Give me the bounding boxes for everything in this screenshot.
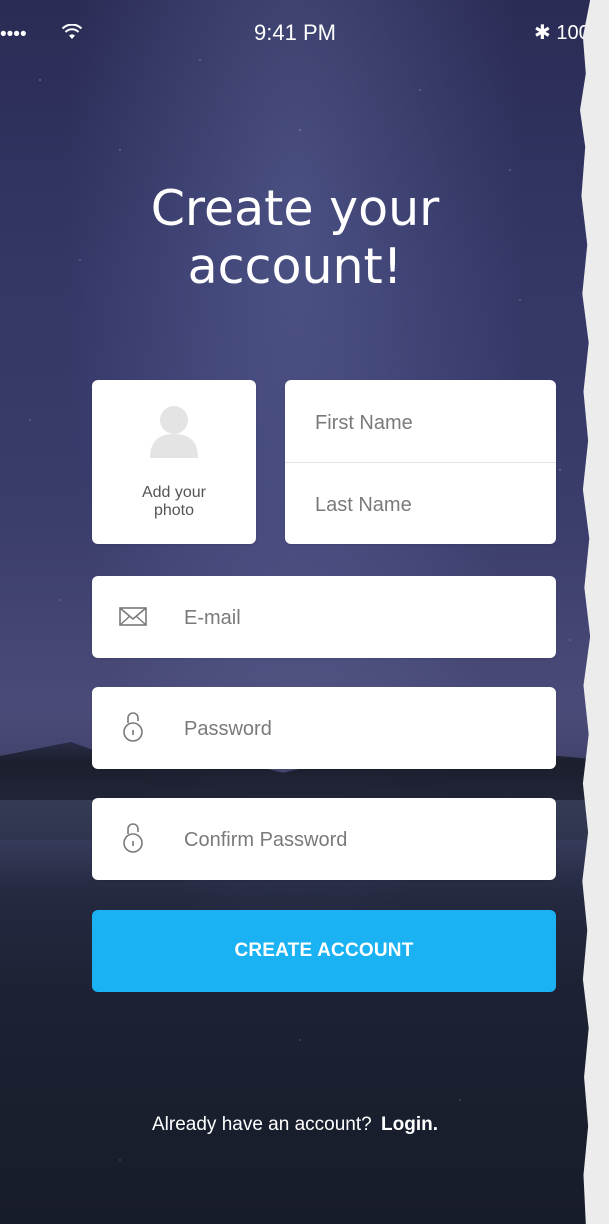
add-photo-button[interactable]: Add your photo bbox=[92, 380, 256, 544]
email-input[interactable] bbox=[182, 600, 526, 636]
email-field bbox=[92, 576, 556, 658]
first-name-input[interactable] bbox=[313, 406, 537, 440]
last-name-input[interactable] bbox=[313, 488, 537, 522]
name-card bbox=[285, 380, 556, 544]
confirm-password-input[interactable] bbox=[182, 822, 526, 858]
status-time: 9:41 PM bbox=[254, 20, 336, 45]
login-link[interactable]: Login. bbox=[381, 1114, 438, 1135]
page: •••• 9:41 PM ✱ 100 Create your account! … bbox=[0, 0, 609, 1224]
password-field bbox=[92, 687, 556, 769]
status-bar: •••• 9:41 PM ✱ 100 bbox=[0, 0, 590, 60]
password-input[interactable] bbox=[182, 711, 526, 747]
title-line-1: Create your bbox=[150, 180, 440, 237]
add-photo-label: Add your photo bbox=[141, 484, 207, 520]
lock-icon bbox=[123, 712, 143, 742]
bluetooth-icon: ✱ bbox=[534, 22, 551, 44]
battery-status: ✱ 100 bbox=[534, 20, 590, 45]
page-title: Create your account! bbox=[0, 180, 590, 296]
title-line-2: account! bbox=[187, 237, 403, 295]
create-account-button[interactable]: CREATE ACCOUNT bbox=[92, 910, 556, 992]
login-prompt: Already have an account? Login. bbox=[0, 1114, 590, 1136]
confirm-password-field bbox=[92, 798, 556, 880]
lock-icon bbox=[123, 823, 143, 853]
phone-screen: •••• 9:41 PM ✱ 100 Create your account! … bbox=[0, 0, 590, 1224]
name-divider bbox=[285, 462, 556, 463]
user-avatar-icon bbox=[150, 406, 198, 458]
login-prompt-text: Already have an account? bbox=[152, 1114, 372, 1135]
mail-icon bbox=[119, 607, 147, 626]
